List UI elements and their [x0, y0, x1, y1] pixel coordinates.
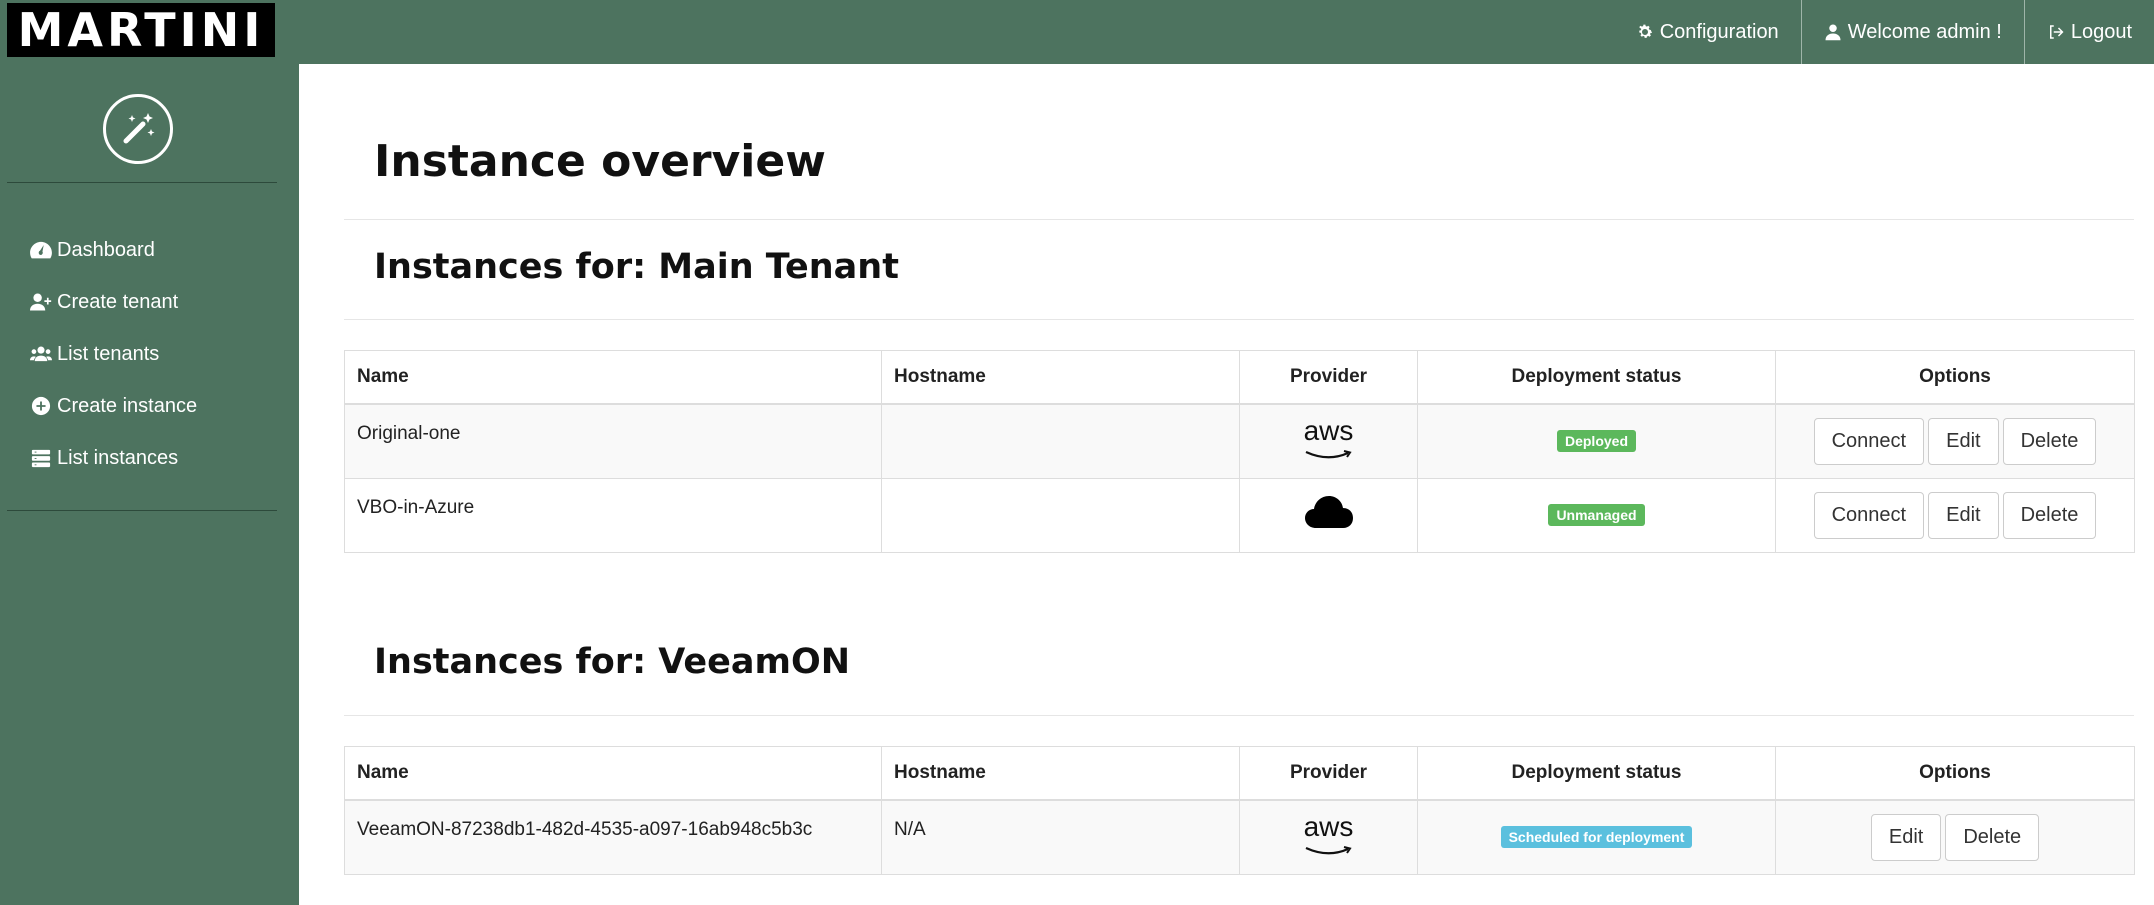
- user-icon: [1825, 24, 1841, 41]
- status-cell: Scheduled for deployment: [1417, 799, 1776, 875]
- delete-button[interactable]: Delete: [2002, 491, 2097, 539]
- top-bar: MARTINI Configuration Welcome admin ! Lo…: [0, 0, 2154, 64]
- sidebar-item-label: Create tenant: [57, 290, 179, 313]
- cloud-icon: [1304, 496, 1353, 528]
- welcome-label: Welcome admin !: [1847, 20, 2002, 43]
- logout-label: Logout: [2070, 20, 2132, 43]
- delete-button[interactable]: Delete: [2002, 417, 2097, 465]
- aws-logo-icon: aws: [1304, 416, 1353, 464]
- connect-button[interactable]: Connect: [1813, 417, 1925, 465]
- status-badge: Unmanaged: [1548, 504, 1645, 526]
- instance-name: VBO-in-Azure: [344, 477, 882, 553]
- sidebar-divider-top: [7, 182, 277, 183]
- table-row: Original-one aws Deployed Connect Edit Del…: [344, 403, 2135, 479]
- options-cell: Connect Edit Delete: [1775, 403, 2135, 479]
- user-plus-icon: [30, 293, 52, 311]
- column-header-deployment-status: Deployment status: [1417, 746, 1776, 801]
- users-icon: [30, 346, 52, 362]
- sidebar-divider-bottom: [7, 510, 277, 511]
- welcome-user-link[interactable]: Welcome admin !: [1800, 0, 2024, 64]
- section-title-veeamon: Instances for: VeeamON: [374, 642, 851, 682]
- configuration-link[interactable]: Configuration: [1614, 0, 1801, 64]
- table-header-row: Name Hostname Provider Deployment status…: [344, 746, 2135, 801]
- column-header-options: Options: [1775, 350, 2135, 405]
- instances-table-main-tenant: Name Hostname Provider Deployment status…: [344, 350, 2135, 553]
- status-cell: Deployed: [1417, 403, 1776, 479]
- status-cell: Unmanaged: [1417, 477, 1776, 553]
- table-header-row: Name Hostname Provider Deployment status…: [344, 350, 2135, 405]
- table-row: VBO-in-Azure Unmanaged Connect Edit Delete: [344, 477, 2135, 553]
- page-title: Instance overview: [374, 136, 826, 187]
- dashboard-icon: [30, 241, 52, 259]
- column-header-provider: Provider: [1239, 746, 1418, 801]
- connect-button[interactable]: Connect: [1813, 491, 1925, 539]
- instance-hostname: [881, 403, 1240, 479]
- column-header-hostname: Hostname: [881, 746, 1240, 801]
- section-title-main-tenant: Instances for: Main Tenant: [374, 247, 899, 287]
- sidebar: Dashboard Create tenant List tenants Cre…: [0, 64, 299, 905]
- martini-logo[interactable]: MARTINI: [7, 3, 275, 57]
- instance-hostname: N/A: [881, 799, 1240, 875]
- options-cell: Edit Delete: [1775, 799, 2135, 875]
- instance-name: VeeamON-87238db1-482d-4535-a097-16ab948c…: [344, 799, 882, 875]
- delete-button[interactable]: Delete: [1945, 813, 2040, 861]
- status-badge: Scheduled for deployment: [1500, 826, 1693, 849]
- sidebar-item-label: Dashboard: [57, 238, 155, 261]
- sidebar-item-list-tenants[interactable]: List tenants: [30, 328, 197, 380]
- sidebar-item-create-tenant[interactable]: Create tenant: [30, 276, 197, 328]
- column-header-provider: Provider: [1239, 350, 1418, 405]
- top-nav: Configuration Welcome admin ! Logout: [1614, 0, 2154, 64]
- column-header-deployment-status: Deployment status: [1417, 350, 1776, 405]
- aws-logo-icon: aws: [1304, 812, 1353, 860]
- sidebar-item-dashboard[interactable]: Dashboard: [30, 224, 197, 276]
- list-icon: [31, 449, 51, 468]
- logout-link[interactable]: Logout: [2023, 0, 2154, 64]
- sidebar-item-create-instance[interactable]: Create instance: [30, 380, 197, 432]
- options-cell: Connect Edit Delete: [1775, 477, 2135, 553]
- configuration-label: Configuration: [1659, 20, 1779, 43]
- instances-table-veeamon: Name Hostname Provider Deployment status…: [344, 746, 2135, 875]
- status-badge: Deployed: [1556, 430, 1636, 453]
- plus-circle-icon: [31, 396, 51, 416]
- provider-cell: aws: [1239, 403, 1418, 479]
- edit-button[interactable]: Edit: [1928, 417, 1999, 465]
- sidebar-nav: Dashboard Create tenant List tenants Cre…: [30, 224, 197, 484]
- column-header-name: Name: [344, 746, 882, 801]
- instance-name: Original-one: [344, 403, 882, 479]
- sidebar-item-label: List instances: [57, 446, 179, 469]
- column-header-options: Options: [1775, 746, 2135, 801]
- magic-wand-icon: [103, 94, 173, 164]
- sidebar-item-list-instances[interactable]: List instances: [30, 432, 197, 484]
- divider: [344, 219, 2134, 220]
- provider-cell: aws: [1239, 799, 1418, 875]
- gear-icon: [1638, 24, 1652, 38]
- instance-hostname: [881, 477, 1240, 553]
- edit-button[interactable]: Edit: [1870, 813, 1942, 861]
- column-header-hostname: Hostname: [881, 350, 1240, 405]
- sign-out-icon: [2049, 25, 2064, 39]
- column-header-name: Name: [344, 350, 882, 405]
- provider-cell: [1239, 477, 1418, 553]
- edit-button[interactable]: Edit: [1928, 491, 1999, 539]
- divider: [344, 715, 2134, 716]
- sidebar-item-label: List tenants: [57, 342, 160, 365]
- divider: [344, 319, 2134, 320]
- table-row: VeeamON-87238db1-482d-4535-a097-16ab948c…: [344, 799, 2135, 875]
- sidebar-item-label: Create instance: [57, 394, 198, 417]
